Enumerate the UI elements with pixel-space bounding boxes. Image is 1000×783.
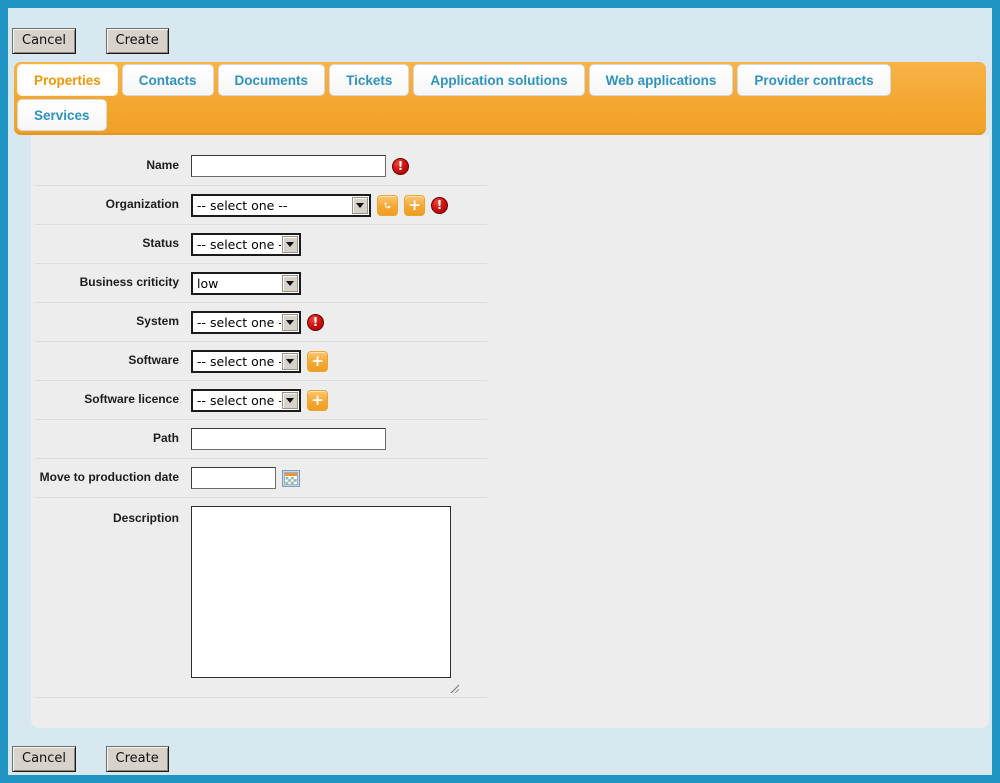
required-error-icon: ! [392,158,409,175]
form: Name ! Organization -- select one -- [35,147,487,698]
software-licence-label: Software licence [35,393,191,407]
form-row-move-to-production-date: Move to production date [35,459,487,498]
status-select-value: -- select one -- [193,237,281,252]
name-label: Name [35,159,191,173]
form-row-organization: Organization -- select one -- + [35,186,487,225]
add-icon: + [311,354,324,369]
path-input[interactable] [191,428,386,450]
properties-panel: Name ! Organization -- select one -- [31,135,989,728]
tab-web-applications[interactable]: Web applications [589,64,734,96]
software-label: Software [35,354,191,368]
calendar-icon [282,470,300,487]
bottom-toolbar: Cancel Create [8,728,992,772]
move-to-production-date-label: Move to production date [35,471,191,485]
top-toolbar: Cancel Create [8,8,992,52]
tab-provider-contracts[interactable]: Provider contracts [737,64,890,96]
cancel-button[interactable]: Cancel [12,746,76,772]
tab-bar: Properties Contacts Documents Tickets Ap… [14,62,986,135]
business-criticity-select-value: low [193,276,281,291]
create-button[interactable]: Create [106,746,169,772]
move-to-production-date-input[interactable] [191,467,276,489]
form-row-system: System -- select one -- ! [35,303,487,342]
tab-services[interactable]: Services [17,99,107,131]
tab-documents[interactable]: Documents [218,64,326,96]
name-input[interactable] [191,155,386,177]
add-software-licence-button[interactable]: + [307,390,328,411]
organization-select[interactable]: -- select one -- [191,194,371,217]
tab-tickets[interactable]: Tickets [329,64,409,96]
dropdown-arrow-icon [282,236,298,253]
path-label: Path [35,432,191,446]
dropdown-arrow-icon [282,353,298,370]
add-organization-button[interactable]: + [404,195,425,216]
form-row-name: Name ! [35,147,487,186]
add-icon: + [408,198,421,213]
form-row-description: Description [35,498,487,698]
software-select[interactable]: -- select one -- [191,350,301,373]
organization-label: Organization [35,198,191,212]
required-error-icon: ! [431,197,448,214]
business-criticity-label: Business criticity [35,276,191,290]
hierarchy-browse-button[interactable] [377,195,398,216]
tab-contacts[interactable]: Contacts [122,64,214,96]
form-row-path: Path [35,420,487,459]
dropdown-arrow-icon [282,392,298,409]
system-select[interactable]: -- select one -- [191,311,301,334]
status-label: Status [35,237,191,251]
business-criticity-select[interactable]: low [191,272,301,295]
description-label: Description [35,506,191,526]
dropdown-arrow-icon [282,275,298,292]
create-object-page: Cancel Create Properties Contacts Docume… [0,0,1000,783]
date-picker-button[interactable] [282,470,300,487]
add-icon: + [311,393,324,408]
hierarchy-icon [384,199,391,212]
dropdown-arrow-icon [282,314,298,331]
create-button[interactable]: Create [106,28,169,54]
description-textarea[interactable] [191,506,451,678]
software-select-value: -- select one -- [193,354,281,369]
resize-handle-icon[interactable] [448,684,459,693]
system-label: System [35,315,191,329]
organization-select-value: -- select one -- [193,198,351,213]
status-select[interactable]: -- select one -- [191,233,301,256]
software-licence-select[interactable]: -- select one -- [191,389,301,412]
form-row-business-criticity: Business criticity low [35,264,487,303]
form-row-status: Status -- select one -- [35,225,487,264]
software-licence-select-value: -- select one -- [193,393,281,408]
dropdown-arrow-icon [352,197,368,214]
system-select-value: -- select one -- [193,315,281,330]
required-error-icon: ! [307,314,324,331]
tab-properties[interactable]: Properties [17,64,118,96]
cancel-button[interactable]: Cancel [12,28,76,54]
add-software-button[interactable]: + [307,351,328,372]
tab-application-solutions[interactable]: Application solutions [413,64,584,96]
form-row-software-licence: Software licence -- select one -- + [35,381,487,420]
form-row-software: Software -- select one -- + [35,342,487,381]
